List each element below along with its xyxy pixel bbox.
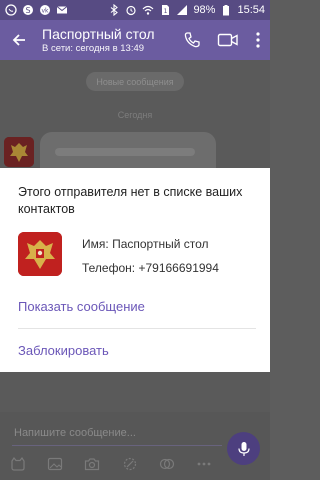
gif-button[interactable] [155, 453, 179, 475]
camera-button[interactable] [80, 453, 104, 475]
gif-icon [159, 458, 174, 470]
call-button[interactable] [174, 20, 210, 60]
gallery-icon [48, 457, 63, 471]
phone-value: +79166691994 [138, 261, 219, 275]
svg-text:1: 1 [164, 8, 168, 15]
contact-title: Паспортный стол [42, 25, 155, 42]
svg-text:vk: vk [41, 8, 49, 15]
battery-percent: 98% [193, 4, 216, 16]
dialog-title: Этого отправителя нет в списке ваших кон… [18, 185, 243, 216]
alarm-icon [126, 5, 137, 16]
block-button[interactable]: Заблокировать [18, 343, 109, 358]
composer: Напишите сообщение... [0, 412, 270, 480]
contact-info[interactable]: Паспортный стол В сети: сегодня в 13:49 [38, 26, 174, 55]
sticker-button[interactable] [6, 453, 30, 475]
message-input[interactable]: Напишите сообщение... [14, 427, 136, 439]
more-vertical-icon [256, 32, 260, 48]
coat-of-arms-icon [4, 137, 34, 167]
date-separator: Сегодня [117, 110, 153, 120]
more-icon [197, 462, 211, 466]
composer-toolbar [6, 453, 216, 475]
phone-label: Телефон: [82, 261, 136, 275]
sim-icon: 1 [162, 5, 170, 15]
more-tools-button[interactable] [192, 453, 216, 475]
signal-icon [177, 5, 188, 15]
wifi-icon [143, 5, 154, 15]
sticker-icon [11, 456, 25, 471]
more-options-button[interactable] [246, 20, 270, 60]
back-arrow-icon [12, 34, 25, 46]
vk-icon: vk [40, 5, 50, 15]
doodle-icon [123, 457, 136, 471]
sender-phone: Телефон: +79166691994 [82, 261, 219, 275]
video-icon [217, 33, 238, 47]
chat-header: Паспортный стол В сети: сегодня в 13:49 [0, 20, 270, 60]
show-message-button[interactable]: Показать сообщение [18, 299, 145, 314]
name-value: Паспортный стол [112, 237, 209, 251]
sender-avatar[interactable] [4, 137, 34, 167]
skype-icon: S [23, 5, 33, 15]
new-messages-pill: Новые сообщения [86, 72, 184, 91]
doodle-button[interactable] [118, 453, 142, 475]
microphone-icon [237, 441, 250, 456]
unknown-sender-dialog: Этого отправителя нет в списке ваших кон… [0, 168, 270, 372]
voice-message-button[interactable] [227, 432, 260, 465]
video-call-button[interactable] [210, 20, 246, 60]
input-underline [12, 445, 222, 446]
name-label: Имя: [82, 237, 109, 251]
dialog-divider [18, 328, 256, 329]
svg-text:S: S [25, 6, 30, 15]
sender-avatar-large [18, 232, 62, 276]
hidden-message-preview [55, 148, 195, 156]
sender-name: Имя: Паспортный стол [82, 237, 209, 251]
back-button[interactable] [0, 20, 38, 60]
status-bar: S vk 1 98% 15:54 [0, 0, 270, 20]
bluetooth-icon [111, 4, 119, 16]
gallery-button[interactable] [43, 453, 67, 475]
clock: 15:54 [237, 4, 265, 16]
phone-icon [184, 32, 200, 48]
camera-icon [85, 458, 100, 471]
viber-icon [5, 4, 17, 16]
last-seen: В сети: сегодня в 13:49 [42, 42, 145, 54]
battery-icon [223, 5, 230, 16]
mail-icon [56, 6, 68, 14]
coat-of-arms-icon [18, 232, 62, 276]
